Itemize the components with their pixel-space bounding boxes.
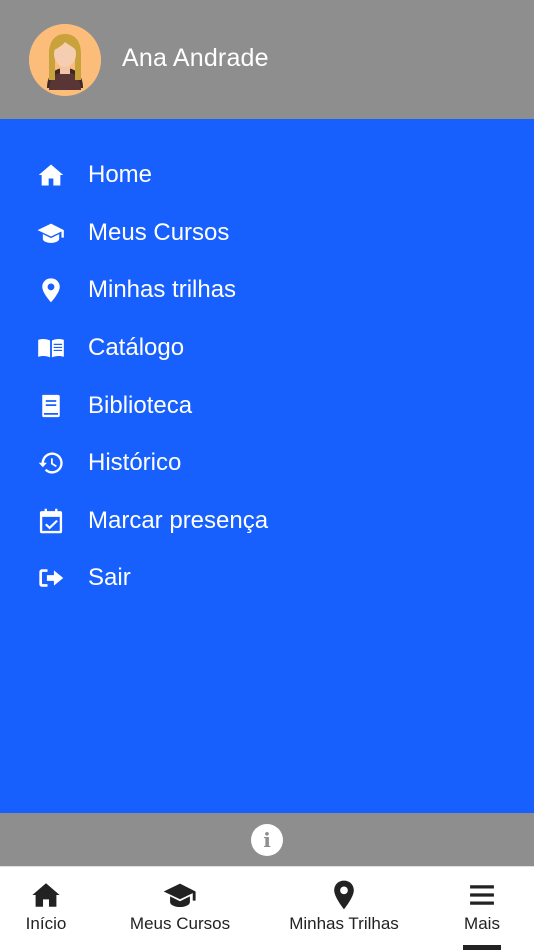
active-tab-indicator: [463, 945, 501, 950]
navigation-drawer: Home Meus Cursos Minhas trilhas Catálogo…: [0, 119, 534, 813]
tab-label: Mais: [464, 914, 500, 933]
calendar-check-icon: [36, 506, 66, 536]
menu-item-marcar-presenca[interactable]: Marcar presença: [0, 496, 534, 546]
user-avatar[interactable]: [29, 24, 101, 96]
tab-label: Meus Cursos: [129, 914, 231, 933]
tab-label: Minhas Trilhas: [289, 914, 399, 933]
tab-minhas-trilhas[interactable]: Minhas Trilhas: [283, 867, 405, 950]
menu-item-sair[interactable]: Sair: [0, 553, 534, 603]
menu-item-meus-cursos[interactable]: Meus Cursos: [0, 208, 534, 258]
menu-item-label: Histórico: [88, 449, 182, 476]
tab-mais[interactable]: Mais: [456, 867, 508, 950]
bottom-navigation: Início Meus Cursos Minhas Trilhas Mais: [0, 866, 534, 950]
avatar-icon: [29, 24, 101, 96]
menu-item-label: Home: [88, 161, 153, 188]
menu-item-minhas-trilhas[interactable]: Minhas trilhas: [0, 265, 534, 315]
open-book-icon: [36, 333, 66, 363]
drawer-header: Ana Andrade: [0, 0, 534, 119]
menu-item-home[interactable]: Home: [0, 150, 534, 200]
tab-label: Início: [25, 914, 67, 933]
menu-item-label: Sair: [88, 564, 131, 591]
history-icon: [36, 448, 66, 478]
book-icon: [36, 391, 66, 421]
menu-item-historico[interactable]: Histórico: [0, 438, 534, 488]
menu-item-label: Marcar presença: [88, 507, 269, 534]
menu-item-label: Biblioteca: [88, 392, 193, 419]
user-name: Ana Andrade: [122, 44, 269, 72]
menu-item-label: Catálogo: [88, 334, 185, 361]
menu-item-catalogo[interactable]: Catálogo: [0, 323, 534, 373]
menu-icon: [469, 880, 495, 910]
menu-item-biblioteca[interactable]: Biblioteca: [0, 381, 534, 431]
home-icon: [31, 880, 61, 910]
sign-out-icon: [36, 563, 66, 593]
info-bar: i: [0, 813, 534, 866]
map-pin-icon: [332, 880, 356, 910]
tab-meus-cursos[interactable]: Meus Cursos: [124, 867, 236, 950]
info-icon[interactable]: i: [251, 823, 283, 856]
tab-inicio[interactable]: Início: [14, 867, 78, 950]
graduation-cap-icon: [36, 218, 66, 248]
home-icon: [36, 160, 66, 190]
menu-item-label: Minhas trilhas: [88, 276, 237, 303]
map-pin-icon: [36, 275, 66, 305]
graduation-cap-icon: [163, 880, 197, 910]
menu-item-label: Meus Cursos: [88, 219, 230, 246]
